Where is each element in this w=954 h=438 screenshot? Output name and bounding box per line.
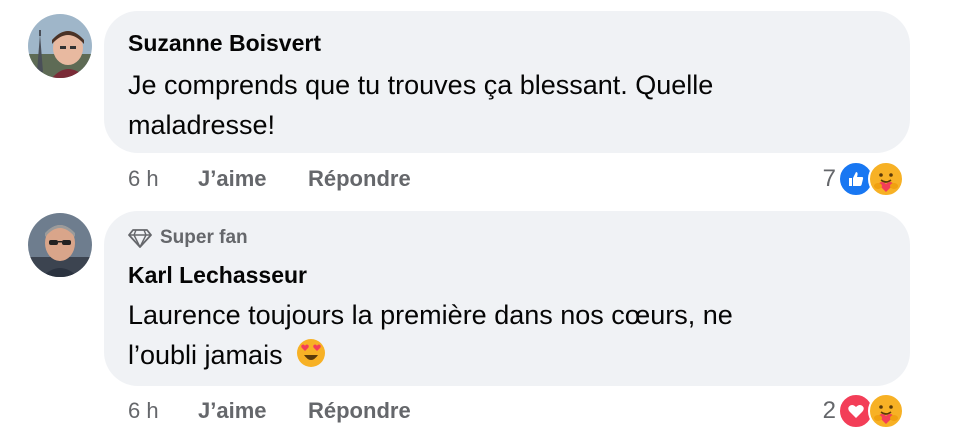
comment-text: Je comprends que tu trouves ça blessant.… (128, 65, 910, 145)
comment-text: Laurence toujours la première dans nos c… (128, 295, 910, 379)
avatar-photo-icon (28, 213, 92, 277)
reply-button[interactable]: Répondre (308, 398, 411, 424)
comment-time[interactable]: 6 h (128, 166, 198, 192)
avatar[interactable] (28, 213, 92, 277)
reply-button[interactable]: Répondre (308, 166, 411, 192)
comment-bubble: Suzanne Boisvert Je comprends que tu tro… (104, 11, 910, 153)
comment-text-line: l’oubli jamais (128, 335, 910, 379)
avatar[interactable] (28, 14, 92, 78)
reactions-summary[interactable]: 7 (823, 160, 904, 198)
heart-eyes-emoji-icon (296, 338, 326, 379)
comment-time[interactable]: 6 h (128, 398, 198, 424)
avatar-photo-icon (28, 14, 92, 78)
comment-bubble: Super fan Karl Lechasseur Laurence toujo… (104, 211, 910, 386)
super-fan-label: Super fan (160, 227, 248, 248)
care-icon (868, 393, 904, 429)
like-button[interactable]: J’aime (198, 166, 308, 192)
reaction-count: 7 (822, 165, 836, 192)
comment-1: Suzanne Boisvert Je comprends que tu tro… (0, 0, 954, 200)
super-fan-badge[interactable]: Super fan (128, 225, 910, 251)
comment-author[interactable]: Karl Lechasseur (128, 261, 910, 289)
comment-text-line: maladresse! (128, 110, 276, 140)
reactions-summary[interactable]: 2 (823, 392, 904, 430)
comment-author[interactable]: Suzanne Boisvert (128, 29, 910, 57)
diamond-icon (128, 229, 152, 248)
comment-text-line: Je comprends que tu trouves ça blessant.… (128, 70, 714, 100)
care-icon (868, 161, 904, 197)
reaction-count: 2 (822, 397, 836, 424)
like-button[interactable]: J’aime (198, 398, 308, 424)
comment-actions: 6 h J’aime Répondre (128, 396, 411, 426)
comment-text-fragment: l’oubli jamais (128, 340, 283, 370)
comment-2: Super fan Karl Lechasseur Laurence toujo… (0, 200, 954, 438)
comment-text-line: Laurence toujours la première dans nos c… (128, 300, 733, 330)
comment-actions: 6 h J’aime Répondre (128, 164, 411, 194)
